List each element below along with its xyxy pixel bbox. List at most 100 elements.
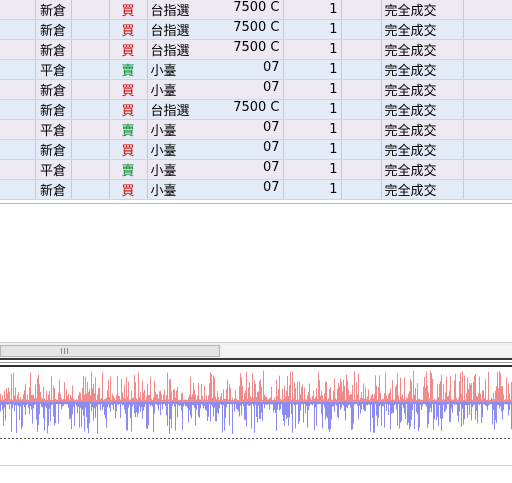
orders-table: 新倉買台指選 7500 C 1 完全成交 新倉買台指選 7500 C 1 完全成交 新倉買台指選… [0, 0, 512, 200]
status-cell: 完全成交 [381, 19, 464, 40]
empty-cell [341, 119, 382, 140]
empty-cell [341, 59, 382, 80]
empty-cell [71, 79, 110, 100]
side-cell: 買 [109, 179, 148, 200]
product-info: 小臺 07 [151, 80, 280, 99]
empty-cell [463, 79, 512, 100]
indicator-chart [0, 370, 512, 439]
side-cell: 賣 [109, 159, 148, 180]
status-cell: 完全成交 [381, 39, 464, 60]
empty-cell [341, 79, 382, 100]
open-close-cell: 平倉 [35, 159, 72, 180]
table-row[interactable]: 新倉 買台指選 7500 C 1 完全成交 [0, 99, 512, 120]
empty-cell [71, 59, 110, 80]
product-cell: 小臺 07 [147, 139, 284, 160]
table-row[interactable]: 新倉 買小臺 07 1 完全成交 [0, 139, 512, 160]
product-info: 小臺 07 [151, 180, 280, 199]
status-cell: 完全成交 [381, 59, 464, 80]
product-name: 台指選 [150, 24, 190, 39]
product-info: 小臺 07 [151, 140, 280, 159]
scrollbar-track[interactable] [222, 345, 512, 357]
table-row[interactable]: 平倉 賣小臺 07 1 完全成交 [0, 119, 512, 140]
product-info: 台指選 7500 C [151, 0, 280, 19]
empty-cell [71, 19, 110, 40]
side-cell: 買 [109, 19, 148, 40]
empty-cell [341, 39, 382, 60]
empty-cell [463, 159, 512, 180]
quantity-cell: 1 [283, 159, 342, 180]
empty-cell [463, 179, 512, 200]
contract-label: 7500 C [233, 40, 280, 55]
chart-footer [0, 465, 512, 483]
empty-cell [0, 159, 36, 180]
product-cell: 台指選 7500 C [147, 0, 284, 20]
table-row[interactable]: 新倉 買台指選 7500 C 1 完全成交 [0, 0, 512, 20]
scrollbar-thumb[interactable] [0, 345, 220, 357]
product-info: 台指選 7500 C [151, 100, 280, 119]
indicator-chart-panel [0, 358, 512, 483]
contract-label: 07 [262, 160, 280, 175]
open-close-cell: 新倉 [35, 0, 72, 20]
status-cell: 完全成交 [381, 0, 464, 20]
quantity-cell: 1 [283, 19, 342, 40]
contract-label: 07 [262, 80, 280, 95]
empty-cell [463, 99, 512, 120]
side-cell: 買 [109, 39, 148, 60]
empty-cell [463, 0, 512, 20]
product-info: 小臺 07 [151, 160, 280, 179]
quantity-cell: 1 [283, 99, 342, 120]
side-cell: 賣 [109, 119, 148, 140]
product-name: 小臺 [150, 144, 177, 159]
contract-label: 07 [262, 180, 280, 195]
product-cell: 台指選 7500 C [147, 99, 284, 120]
empty-cell [71, 179, 110, 200]
quantity-cell: 1 [283, 39, 342, 60]
empty-cell [463, 19, 512, 40]
empty-cell [71, 0, 110, 20]
empty-cell [341, 139, 382, 160]
product-cell: 台指選 7500 C [147, 39, 284, 60]
product-info: 小臺 07 [151, 60, 280, 79]
empty-cell [341, 0, 382, 20]
contract-label: 07 [262, 60, 280, 75]
quantity-cell: 1 [283, 119, 342, 140]
empty-cell [341, 99, 382, 120]
empty-cell [0, 19, 36, 40]
quantity-cell: 1 [283, 59, 342, 80]
side-cell: 買 [109, 79, 148, 100]
empty-cell [0, 59, 36, 80]
empty-cell [341, 179, 382, 200]
product-name: 台指選 [150, 104, 190, 119]
side-cell: 買 [109, 99, 148, 120]
status-cell: 完全成交 [381, 159, 464, 180]
table-row[interactable]: 平倉 賣小臺 07 1 完全成交 [0, 159, 512, 180]
empty-cell [341, 19, 382, 40]
empty-cell [71, 119, 110, 140]
table-row[interactable]: 新倉 買台指選 7500 C 1 完全成交 [0, 19, 512, 40]
horizontal-scrollbar[interactable] [0, 342, 512, 359]
empty-cell [463, 59, 512, 80]
table-row[interactable]: 新倉 買小臺 07 1 完全成交 [0, 179, 512, 200]
contract-label: 7500 C [233, 100, 280, 115]
status-cell: 完全成交 [381, 119, 464, 140]
table-row[interactable]: 新倉 買台指選 7500 C 1 完全成交 [0, 39, 512, 60]
product-cell: 小臺 07 [147, 59, 284, 80]
empty-cell [71, 99, 110, 120]
status-cell: 完全成交 [381, 99, 464, 120]
table-bottom-border [0, 203, 512, 204]
product-name: 小臺 [150, 184, 177, 199]
open-close-cell: 新倉 [35, 179, 72, 200]
empty-cell [463, 39, 512, 60]
status-cell: 完全成交 [381, 179, 464, 200]
side-cell: 買 [109, 0, 148, 20]
open-close-cell: 新倉 [35, 139, 72, 160]
product-cell: 小臺 07 [147, 179, 284, 200]
empty-cell [463, 119, 512, 140]
quantity-cell: 1 [283, 0, 342, 20]
quantity-cell: 1 [283, 179, 342, 200]
table-row[interactable]: 平倉 賣小臺 07 1 完全成交 [0, 59, 512, 80]
product-name: 小臺 [150, 64, 177, 79]
grip-icon [61, 348, 69, 354]
table-row[interactable]: 新倉 買小臺 07 1 完全成交 [0, 79, 512, 100]
empty-cell [71, 159, 110, 180]
